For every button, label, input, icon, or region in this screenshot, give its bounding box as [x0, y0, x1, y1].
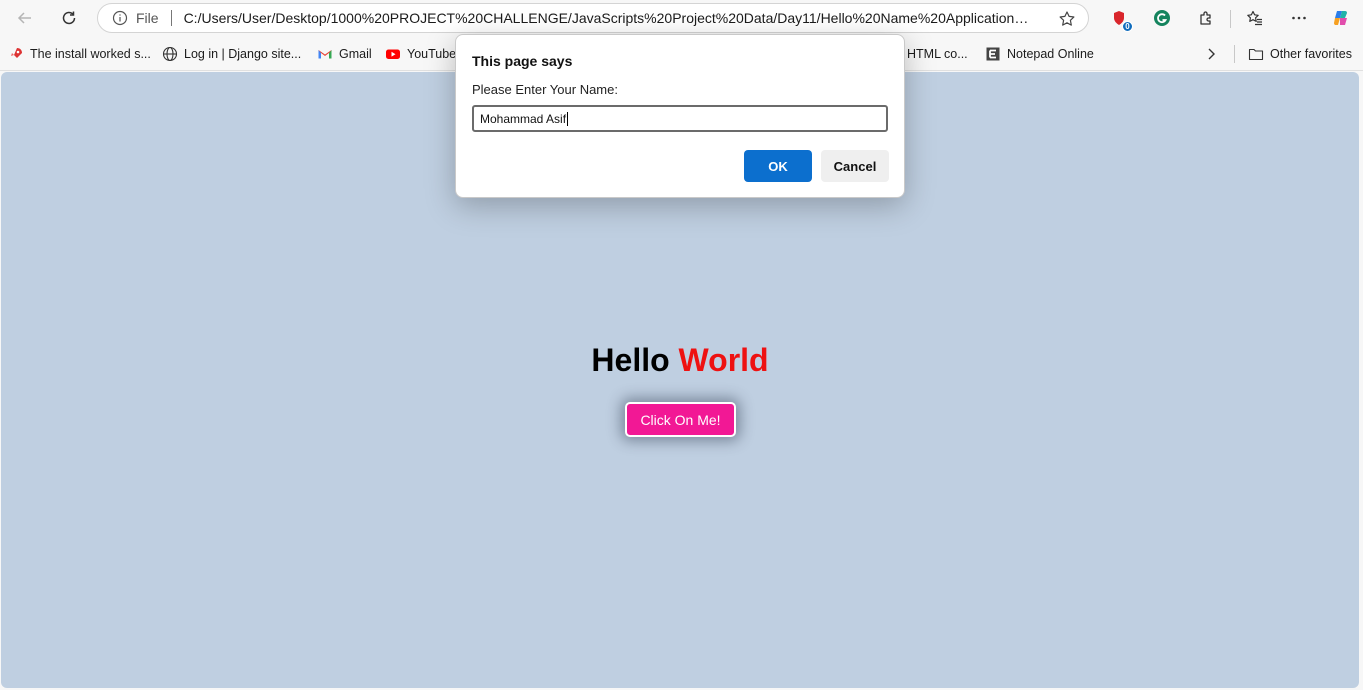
dialog-title: This page says: [472, 53, 573, 69]
more-dots-icon: [1292, 16, 1306, 20]
extension-button-grammarly[interactable]: [1148, 4, 1176, 32]
puzzle-piece-icon: [1200, 11, 1211, 25]
cancel-button[interactable]: Cancel: [821, 150, 889, 182]
browser-toolbar: File C:/Users/User/Desktop/1000%20PROJEC…: [0, 0, 1363, 36]
extensions-button[interactable]: [1192, 4, 1220, 32]
folder-icon: [1248, 46, 1264, 62]
copilot-icon: [1333, 11, 1347, 25]
dialog-message: Please Enter Your Name:: [472, 82, 618, 97]
youtube-icon: [385, 46, 401, 62]
bookmark-label: Log in | Django site...: [184, 47, 302, 61]
toolbar-divider: [1230, 10, 1231, 28]
bookmark-label: Gmail: [339, 47, 372, 61]
other-favorites-folder[interactable]: Other favorites: [1248, 45, 1352, 63]
extension-badge: 0: [1122, 21, 1133, 32]
chevron-right-icon: [1203, 46, 1219, 62]
bookmark-html-compiler[interactable]: HTML co...: [907, 45, 968, 63]
favorites-list-icon: [1247, 10, 1262, 26]
back-button[interactable]: [11, 4, 39, 32]
refresh-icon: [62, 11, 76, 25]
bookmarks-overflow-button[interactable]: [1203, 45, 1225, 63]
name-input-value: Mohammad Asif: [480, 111, 567, 126]
address-url[interactable]: C:/Users/User/Desktop/1000%20PROJECT%20C…: [184, 10, 1034, 26]
bookmark-label: YouTube: [407, 47, 457, 61]
copilot-button[interactable]: [1327, 4, 1355, 32]
bookmark-label: Notepad Online: [1007, 47, 1094, 61]
bookmark-notepad-online[interactable]: Notepad Online: [985, 45, 1094, 63]
info-icon[interactable]: [112, 10, 128, 26]
click-on-me-button[interactable]: Click On Me!: [625, 402, 736, 437]
address-bar[interactable]: File C:/Users/User/Desktop/1000%20PROJEC…: [97, 3, 1089, 33]
notepad-e-icon: [985, 46, 1001, 62]
prompt-dialog: This page says Please Enter Your Name: M…: [455, 34, 905, 198]
grammarly-icon: [1154, 10, 1170, 26]
bookmark-gmail[interactable]: Gmail: [317, 45, 372, 63]
ok-button[interactable]: OK: [744, 150, 812, 182]
hello-heading: Hello World: [1, 342, 1359, 379]
settings-menu-button[interactable]: [1285, 4, 1313, 32]
back-arrow-icon: [17, 12, 31, 24]
world-word: World: [678, 342, 769, 378]
add-favorite-star-icon[interactable]: [1058, 10, 1076, 28]
gmail-icon: [317, 46, 333, 62]
other-favorites-label: Other favorites: [1270, 47, 1352, 61]
bookmark-django-login[interactable]: Log in | Django site...: [162, 45, 301, 63]
text-caret: [567, 111, 569, 126]
favorites-button[interactable]: [1241, 4, 1269, 32]
hello-word: Hello: [591, 342, 670, 378]
bookmarks-divider: [1234, 45, 1235, 63]
bookmark-youtube[interactable]: YouTube: [385, 45, 456, 63]
globe-icon: [162, 46, 178, 62]
bookmark-label: The install worked s...: [30, 47, 151, 61]
refresh-button[interactable]: [55, 4, 83, 32]
bookmark-django-install[interactable]: The install worked s...: [8, 45, 151, 63]
rocket-icon: [8, 46, 24, 62]
address-scheme-label: File: [136, 10, 159, 26]
address-separator: [170, 10, 172, 26]
bookmark-label: HTML co...: [907, 47, 968, 61]
extension-button-adblock[interactable]: 0: [1105, 4, 1133, 32]
name-input[interactable]: Mohammad Asif: [472, 105, 888, 132]
